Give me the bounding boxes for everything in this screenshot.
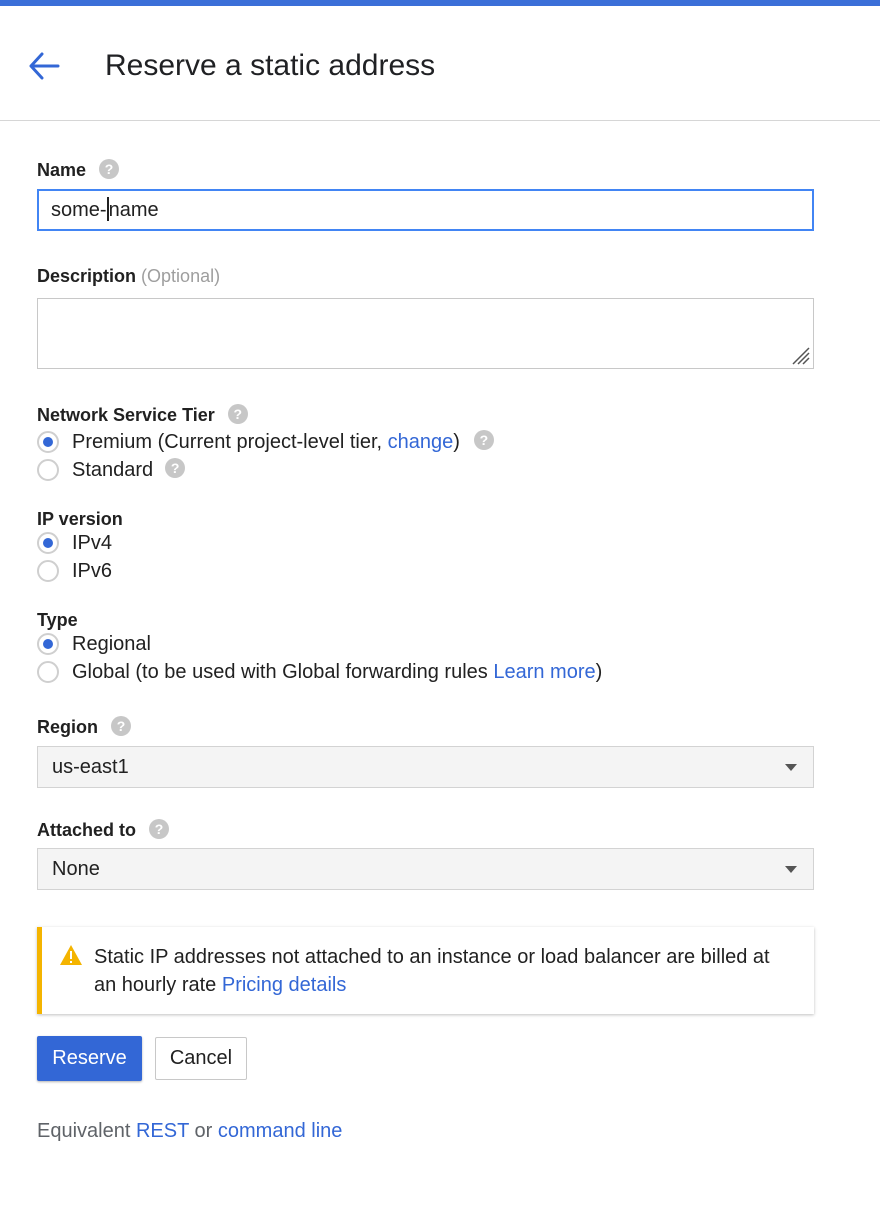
- attached-to-select[interactable]: None: [37, 848, 814, 890]
- radio-button[interactable]: [37, 560, 59, 582]
- attached-to-label: Attached to: [37, 820, 136, 840]
- radio-label-standard: Standard: [72, 458, 154, 481]
- attached-to-label-row: Attached to ?: [37, 819, 170, 841]
- radio-option-regional[interactable]: Regional: [37, 630, 151, 658]
- network-tier-label: Network Service Tier: [37, 405, 215, 425]
- radio-button-checked[interactable]: [37, 431, 59, 453]
- region-selected-value: us-east1: [52, 756, 129, 778]
- dropdown-arrow-icon: [785, 764, 797, 771]
- name-label-row: Name ?: [37, 159, 120, 181]
- description-textarea[interactable]: [37, 298, 814, 369]
- rest-link[interactable]: REST: [136, 1120, 189, 1142]
- warning-text: Static IP addresses not attached to an i…: [94, 946, 770, 996]
- radio-option-global[interactable]: Global (to be used with Global forwardin…: [37, 658, 602, 686]
- radio-option-ipv6[interactable]: IPv6: [37, 557, 112, 585]
- description-label-row: Description (Optional): [37, 265, 220, 287]
- region-select[interactable]: us-east1: [37, 746, 814, 788]
- help-icon[interactable]: ?: [165, 458, 186, 478]
- region-label-row: Region ?: [37, 716, 132, 738]
- name-label: Name: [37, 160, 87, 180]
- help-icon[interactable]: ?: [473, 430, 494, 450]
- pricing-details-link[interactable]: Pricing details: [222, 974, 347, 996]
- attached-to-selected-value: None: [52, 858, 100, 880]
- equivalent-text: Equivalent: [37, 1120, 131, 1142]
- name-input[interactable]: some-name: [37, 189, 814, 231]
- radio-button[interactable]: [37, 459, 59, 481]
- region-label: Region: [37, 717, 98, 737]
- resize-grip-icon[interactable]: [788, 343, 810, 365]
- help-icon[interactable]: ?: [227, 404, 248, 425]
- help-icon[interactable]: ?: [99, 159, 120, 180]
- radio-button[interactable]: [37, 661, 59, 683]
- dropdown-arrow-icon: [785, 866, 797, 873]
- radio-option-ipv4[interactable]: IPv4: [37, 529, 112, 557]
- change-link[interactable]: change: [388, 431, 454, 453]
- radio-option-premium[interactable]: Premium (Current project-level tier, cha…: [37, 428, 494, 456]
- billing-warning: Static IP addresses not attached to an i…: [37, 927, 814, 1014]
- cancel-button[interactable]: Cancel: [155, 1037, 247, 1080]
- back-button[interactable]: [26, 50, 62, 82]
- radio-label-global: Global (to be used with Global forwardin…: [72, 660, 603, 683]
- radio-label-premium: Premium (Current project-level tier, cha…: [72, 430, 460, 453]
- command-line-link[interactable]: command line: [218, 1120, 343, 1142]
- description-label: Description: [37, 266, 137, 286]
- radio-label-regional: Regional: [72, 632, 151, 655]
- optional-hint: (Optional): [141, 266, 221, 286]
- reserve-button[interactable]: Reserve: [37, 1036, 142, 1081]
- page-title: Reserve a static address: [105, 49, 436, 82]
- radio-button-checked[interactable]: [37, 532, 59, 554]
- or-text: or: [194, 1120, 213, 1142]
- help-icon[interactable]: ?: [111, 716, 132, 737]
- radio-button-checked[interactable]: [37, 633, 59, 655]
- equivalent-links: Equivalent REST or command line: [37, 1120, 342, 1143]
- name-input-value-end: name: [108, 199, 159, 221]
- ip-version-label: IP version: [37, 509, 123, 529]
- radio-option-standard[interactable]: Standard ?: [37, 456, 186, 484]
- help-icon[interactable]: ?: [149, 819, 170, 840]
- type-label: Type: [37, 610, 78, 630]
- page-header: Reserve a static address: [0, 6, 880, 121]
- radio-label-ipv4: IPv4: [72, 531, 113, 554]
- name-input-value-start: some-: [51, 199, 107, 221]
- arrow-left-icon: [29, 52, 60, 80]
- network-tier-label-row: Network Service Tier ?: [37, 404, 248, 426]
- radio-label-ipv6: IPv6: [72, 559, 113, 582]
- learn-more-link[interactable]: Learn more: [493, 661, 595, 683]
- warning-icon: [60, 945, 82, 965]
- text-caret: [106, 196, 109, 221]
